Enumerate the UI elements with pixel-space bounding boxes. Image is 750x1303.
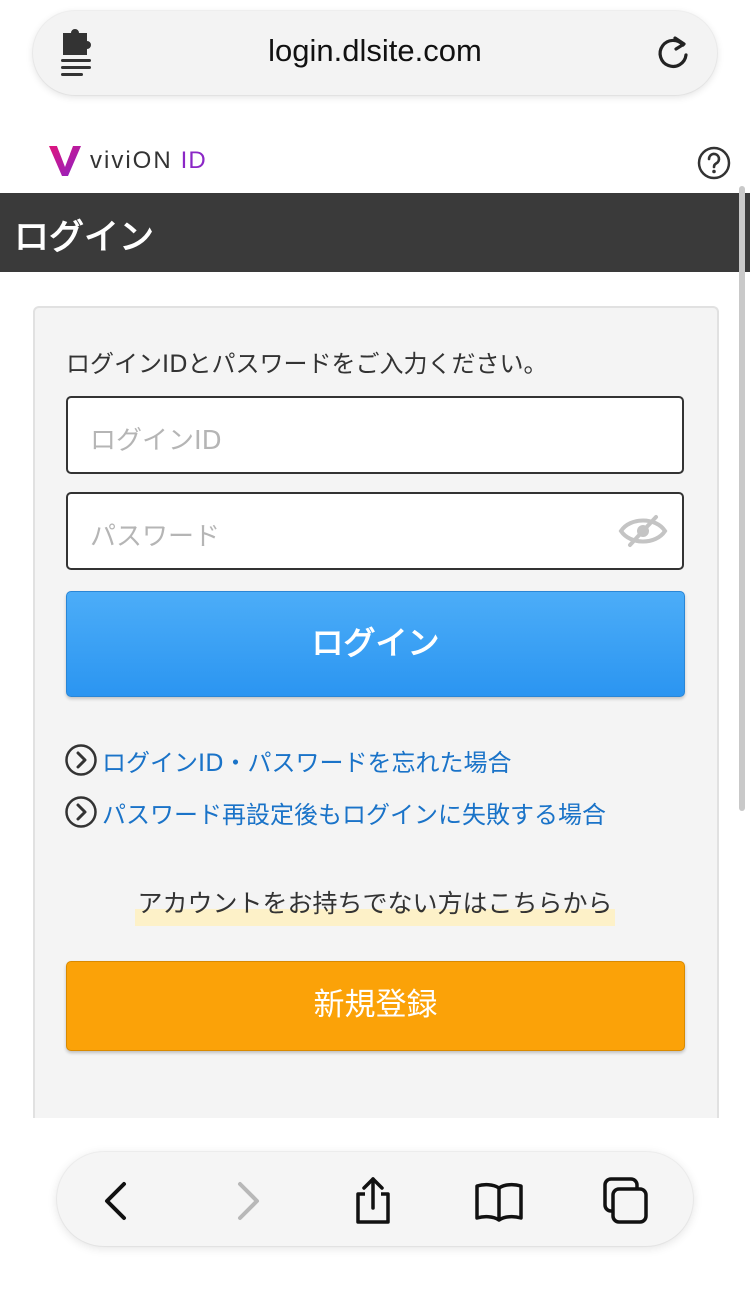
- forward-icon[interactable]: [222, 1176, 272, 1226]
- url-text[interactable]: login.dlsite.com: [33, 33, 717, 69]
- login-failure-help-label: パスワード再設定後もログインに失敗する場合: [102, 800, 606, 829]
- login-button[interactable]: ログイン: [66, 591, 685, 697]
- eye-slash-icon[interactable]: [618, 514, 668, 548]
- scrollbar[interactable]: [739, 186, 745, 811]
- bookmarks-icon[interactable]: [474, 1176, 524, 1226]
- page-title-bar: ログイン: [0, 193, 750, 272]
- login-instruction: ログインIDとパスワードをご入力ください。: [66, 350, 548, 378]
- register-button[interactable]: 新規登録: [66, 961, 685, 1051]
- browser-toolbar: [57, 1152, 693, 1246]
- no-account-text: アカウントをお持ちでない方はこちらから: [135, 884, 615, 926]
- vivion-logo-icon: [49, 145, 81, 176]
- forgot-credentials-label: ログインID・パスワードを忘れた場合: [102, 748, 512, 777]
- tabs-icon[interactable]: [600, 1176, 650, 1226]
- share-icon[interactable]: [348, 1176, 398, 1226]
- back-icon[interactable]: [92, 1176, 142, 1226]
- login-id-placeholder: ログインID: [90, 426, 222, 456]
- brand-logo[interactable]: viviON ID: [48, 143, 207, 179]
- question-circle-icon[interactable]: [697, 146, 731, 180]
- chevron-right-circle-icon: [65, 744, 97, 776]
- address-bar[interactable]: login.dlsite.com: [33, 11, 717, 95]
- no-account-hint: アカウントをお持ちでない方はこちらから: [0, 884, 750, 926]
- reload-icon[interactable]: [653, 33, 693, 73]
- brand-name-text: viviON: [90, 147, 173, 174]
- brand-suffix: ID: [180, 147, 207, 174]
- password-input[interactable]: パスワード: [66, 492, 684, 570]
- brand-name: viviON ID: [90, 147, 207, 175]
- login-id-input[interactable]: ログインID: [66, 396, 684, 474]
- chevron-right-circle-icon: [65, 796, 97, 828]
- page-title: ログイン: [14, 218, 155, 258]
- login-failure-help-link[interactable]: パスワード再設定後もログインに失敗する場合: [64, 794, 606, 830]
- password-placeholder: パスワード: [90, 522, 221, 552]
- forgot-credentials-link[interactable]: ログインID・パスワードを忘れた場合: [64, 742, 512, 778]
